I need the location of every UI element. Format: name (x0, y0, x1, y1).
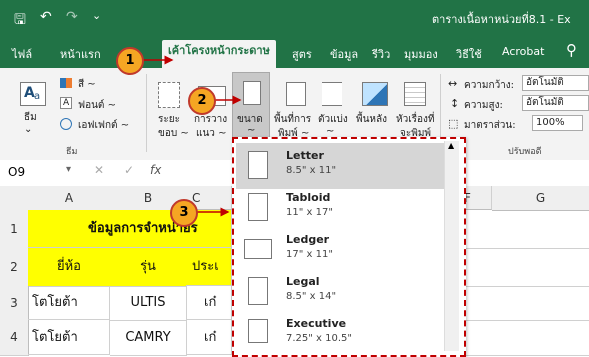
callout-3: 3 (170, 199, 198, 227)
callout-1: 1 (116, 47, 144, 75)
callout-2: 2 (188, 87, 216, 115)
annotation-arrows (142, 55, 242, 217)
